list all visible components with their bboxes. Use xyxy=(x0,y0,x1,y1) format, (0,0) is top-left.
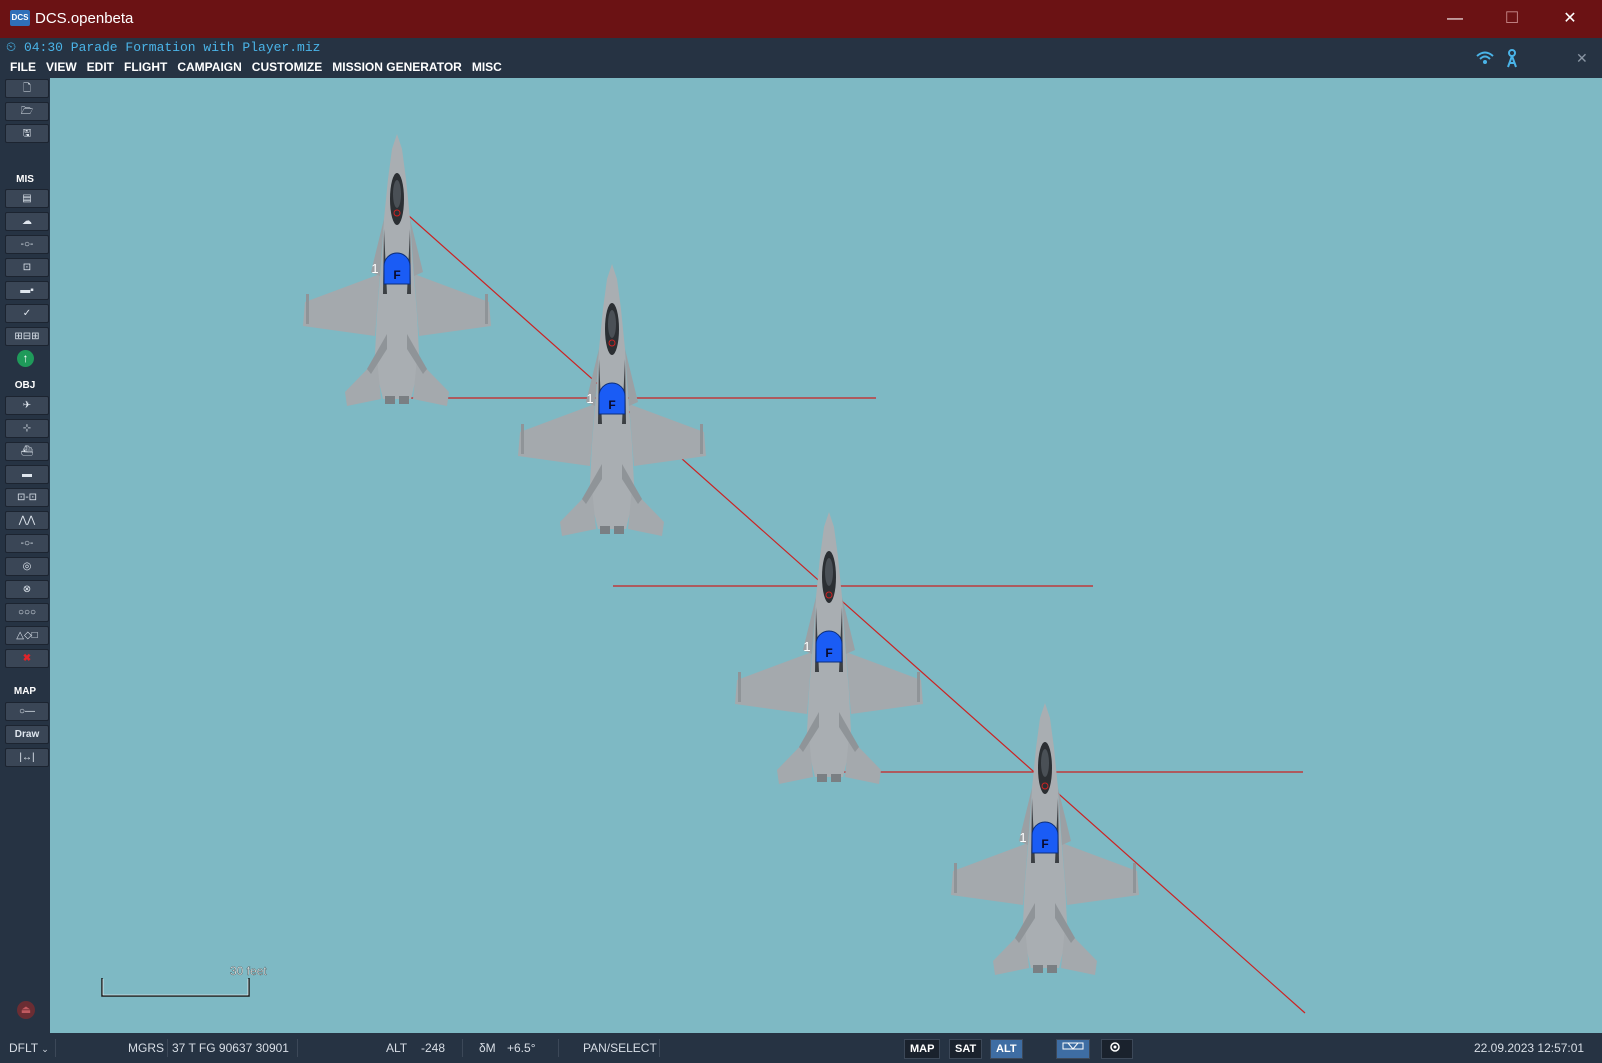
add-vehicle-button[interactable]: ▬ xyxy=(5,465,49,484)
menu-customize[interactable]: CUSTOMIZE xyxy=(252,60,322,74)
satellite-view-button[interactable]: SAT xyxy=(949,1039,983,1059)
fly-mission-icon[interactable]: ↑ xyxy=(17,350,34,367)
dcs-logo-icon: DCS xyxy=(10,10,30,26)
status-bar: DFLT ⌄ MGRS 37 T FG 90637 30901 ALT -248… xyxy=(0,1033,1602,1063)
altitude-view-button[interactable]: ALT xyxy=(990,1039,1023,1059)
menu-file[interactable]: FILE xyxy=(10,60,36,74)
altitude-value: -248 xyxy=(421,1041,446,1055)
map-scale-bar: 30 feet xyxy=(101,964,268,997)
wifi-icon[interactable] xyxy=(1476,50,1494,71)
mission-name: Parade Formation with Player.miz xyxy=(70,40,321,55)
antenna-icon[interactable] xyxy=(1505,48,1519,73)
briefing-button[interactable]: ▤ xyxy=(5,189,49,208)
chevron-down-icon: ⌄ xyxy=(41,1044,49,1054)
unit-number-3: 1 xyxy=(803,639,810,654)
trigger-zones-button[interactable]: ⊡ xyxy=(5,258,49,277)
window-title: DCS.openbeta xyxy=(35,10,134,27)
shapes-button[interactable]: △◇□ xyxy=(5,626,49,645)
add-plane-button[interactable]: ✈ xyxy=(5,396,49,415)
status-separator xyxy=(167,1039,168,1057)
triggers-button[interactable]: -○- xyxy=(5,235,49,254)
map-section-label: MAP xyxy=(13,686,37,697)
status-separator xyxy=(55,1039,56,1057)
close-panel-icon[interactable]: ✕ xyxy=(1576,50,1588,67)
status-separator xyxy=(462,1039,463,1057)
ruler-button[interactable]: |↔| xyxy=(5,748,49,767)
menu-campaign[interactable]: CAMPAIGN xyxy=(177,60,241,74)
add-nav-point-button[interactable]: ⊗ xyxy=(5,580,49,599)
unit-label-3: F xyxy=(825,646,832,660)
unit-label-4: F xyxy=(1041,837,1048,851)
weather-button[interactable]: ☁ xyxy=(5,212,49,231)
unit-number-1: 1 xyxy=(371,261,378,276)
clock-icon: ⏲ xyxy=(6,40,17,55)
add-static-button[interactable]: ⊡-⊡ xyxy=(5,488,49,507)
add-helicopter-button[interactable]: ⊹ xyxy=(5,419,49,438)
add-zone-button[interactable]: -○- xyxy=(5,534,49,553)
map-view-button[interactable]: MAP xyxy=(904,1039,941,1059)
settings-gear-icon[interactable] xyxy=(1101,1039,1133,1059)
altitude-label: ALT xyxy=(386,1041,408,1055)
aircraft-unit-2[interactable]: F 1 xyxy=(518,264,706,536)
date-time: 22.09.2023 12:57:01 xyxy=(1474,1041,1585,1055)
scale-bar-label: 30 feet xyxy=(230,964,267,978)
open-mission-button[interactable]: 🗁 xyxy=(5,102,49,121)
status-separator xyxy=(297,1039,298,1057)
menu-mission-generator[interactable]: MISSION GENERATOR xyxy=(332,60,462,74)
delete-button[interactable]: ✖ xyxy=(5,649,49,668)
draw-button[interactable]: Draw xyxy=(5,725,49,744)
map-canvas[interactable]: F 1 F 1 F 1 F 1 30 feet xyxy=(50,78,1602,1033)
save-mission-button[interactable]: 🖫 xyxy=(5,124,49,143)
status-separator xyxy=(558,1039,559,1057)
route-point-markers xyxy=(393,209,1049,790)
scale-bar-highlight xyxy=(102,979,249,996)
menu-flight[interactable]: FLIGHT xyxy=(124,60,167,74)
edit-mode: PAN/SELECT xyxy=(583,1041,657,1055)
close-button[interactable]: ✕ xyxy=(1550,6,1590,32)
formation-lines xyxy=(397,207,1306,1014)
add-target-button[interactable]: ◎ xyxy=(5,557,49,576)
menu-view[interactable]: VIEW xyxy=(46,60,77,74)
coord-system[interactable]: MGRS xyxy=(128,1041,164,1055)
status-separator xyxy=(659,1039,660,1057)
map-key-button[interactable]: ○— xyxy=(5,702,49,721)
add-ship-button[interactable]: ⛴ xyxy=(5,442,49,461)
profile-name: DFLT xyxy=(9,1041,38,1055)
maximize-button[interactable]: ☐ xyxy=(1492,6,1532,32)
mission-time: 04:30 xyxy=(23,40,63,55)
magvar-value: +6.5° xyxy=(507,1041,536,1055)
menu-edit[interactable]: EDIT xyxy=(87,60,114,74)
new-mission-button[interactable]: 🗋 xyxy=(5,79,49,98)
unit-label-1: F xyxy=(393,268,400,282)
map-filter-icon[interactable] xyxy=(1056,1039,1090,1059)
coalitions-button[interactable]: ▬▪ xyxy=(5,281,49,300)
minimize-button[interactable]: — xyxy=(1435,6,1475,32)
obj-section-label: OBJ xyxy=(14,380,36,391)
scale-bar-line xyxy=(101,978,250,997)
add-group-button[interactable]: ○○○ xyxy=(5,603,49,622)
map-overlay: F 1 F 1 F 1 F 1 30 feet xyxy=(101,134,1306,1014)
groups-list-button[interactable]: ⊞⊟⊞ xyxy=(5,327,49,346)
left-toolbar: 🗋 🗁 🖫 MIS ▤ ☁ -○- ⊡ ▬▪ ✓ ⊞⊟⊞ ↑ OBJ ✈ ⊹ ⛴… xyxy=(0,78,50,1033)
profile-selector[interactable]: DFLT ⌄ xyxy=(9,1041,49,1055)
goals-button[interactable]: ✓ xyxy=(5,304,49,323)
add-template-button[interactable]: ⋀⋀ xyxy=(5,511,49,530)
cursor-coordinates: 37 T FG 90637 30901 xyxy=(172,1041,289,1055)
unit-label-2: F xyxy=(608,398,615,412)
mis-section-label: MIS xyxy=(16,174,34,185)
title-bar: DCS DCS.openbeta — ☐ ✕ xyxy=(0,0,1602,38)
magvar-label: δM xyxy=(479,1041,496,1055)
formation-diagonal-line xyxy=(399,207,1306,1014)
aircraft-unit-1[interactable]: F 1 xyxy=(303,134,491,406)
unit-number-4: 1 xyxy=(1019,830,1026,845)
unit-number-2: 1 xyxy=(586,391,593,406)
main-menu: FILE VIEW EDIT FLIGHT CAMPAIGN CUSTOMIZE… xyxy=(10,60,502,74)
exit-icon[interactable]: ⏏ xyxy=(17,1001,35,1019)
aircraft-unit-4[interactable]: F 1 xyxy=(951,703,1139,975)
menu-misc[interactable]: MISC xyxy=(472,60,502,74)
mission-info: ⏲ 04:30 Parade Formation with Player.miz xyxy=(6,40,320,55)
